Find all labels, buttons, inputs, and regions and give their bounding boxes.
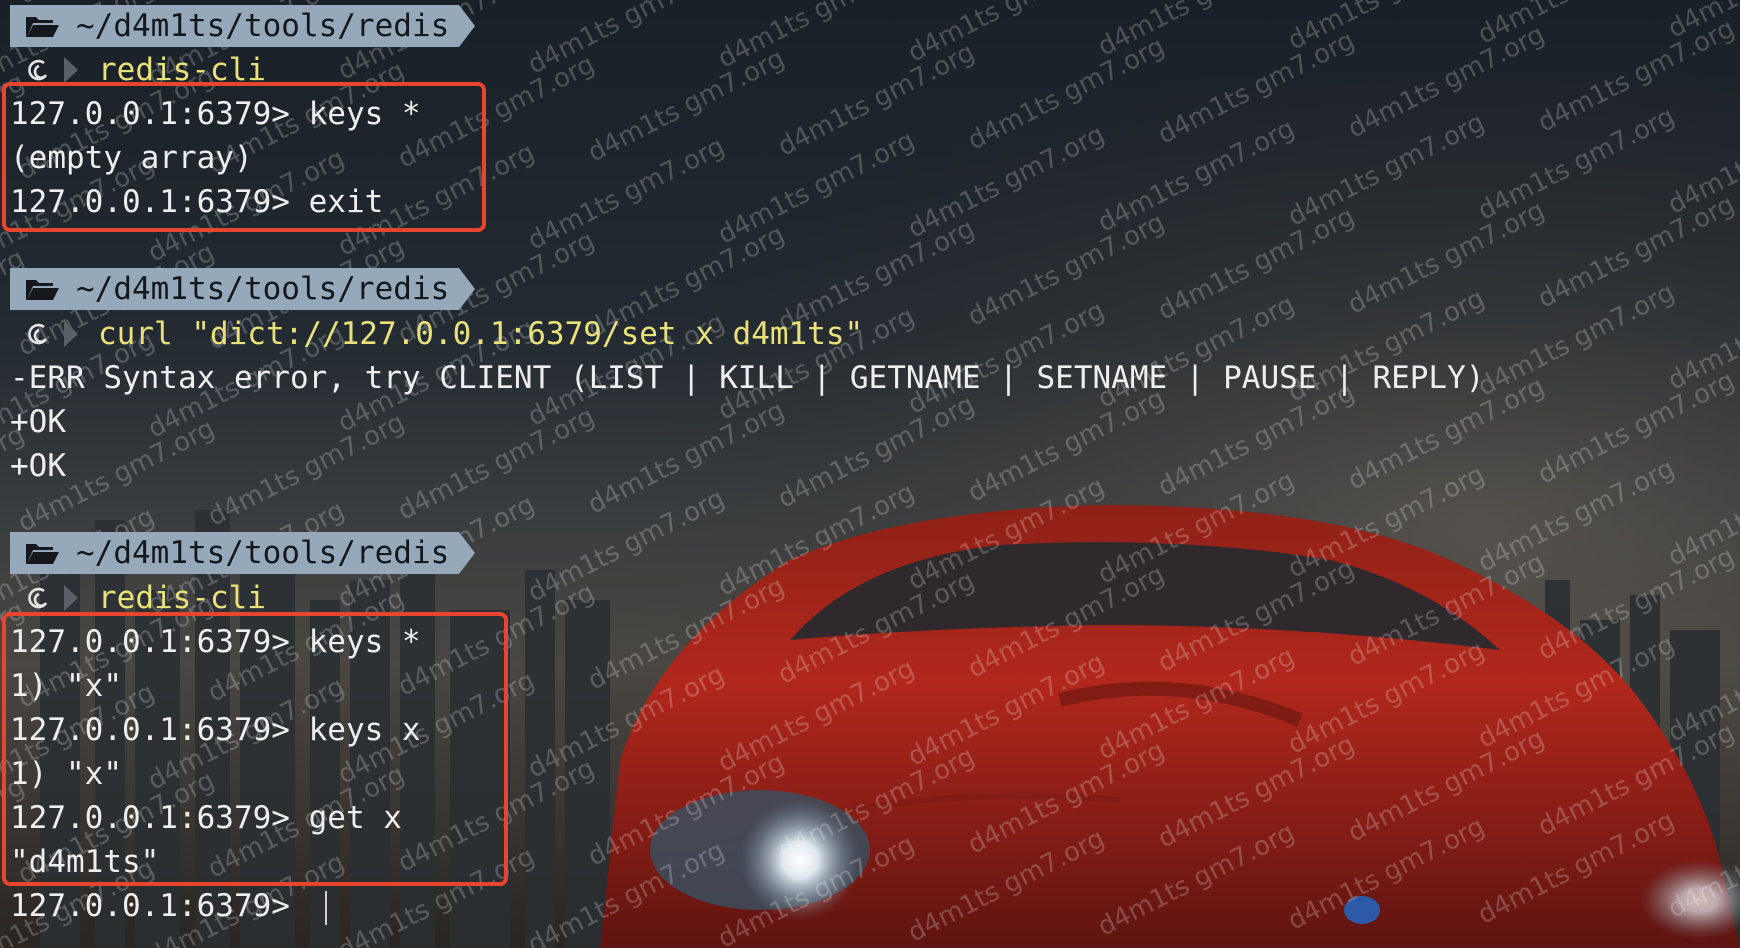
folder-open-icon [26, 17, 59, 37]
powerline-chevron-icon [64, 321, 78, 347]
prompt-line: curl "dict://127.0.0.1:6379/set x d4m1ts… [24, 312, 863, 356]
folder-open-icon [26, 280, 59, 300]
command-text: redis-cli [98, 580, 266, 616]
terminal-output[interactable]: ~/d4m1ts/tools/redis redis-cli 127.0.0.1… [0, 0, 1740, 948]
prompt-path-text: ~/d4m1ts/tools/redis [76, 271, 450, 307]
powerline-chevron-icon [459, 5, 476, 47]
output-line: -ERR Syntax error, try CLIENT (LIST | KI… [10, 360, 1485, 396]
output-line: +OK [10, 404, 66, 440]
active-prompt-text: 127.0.0.1:6379> [10, 888, 309, 924]
prompt-path-text: ~/d4m1ts/tools/redis [76, 8, 450, 44]
prompt-path-segment: ~/d4m1ts/tools/redis [10, 268, 476, 310]
output-line: +OK [10, 448, 66, 484]
prompt-path-segment: ~/d4m1ts/tools/redis [10, 532, 476, 574]
debian-swirl-icon [28, 59, 48, 81]
terminal-window: d4m1ts gm7.orgd4m1ts gm7.orgd4m1ts gm7.o… [0, 0, 1740, 948]
command-text: curl "dict://127.0.0.1:6379/set x d4m1ts… [98, 316, 864, 352]
powerline-chevron-icon [459, 532, 476, 574]
powerline-chevron-icon [64, 585, 78, 611]
highlight-box [2, 612, 508, 886]
folder-open-icon [26, 544, 59, 564]
highlight-box [2, 82, 486, 232]
debian-swirl-icon [28, 587, 48, 609]
text-cursor [324, 890, 327, 925]
powerline-chevron-icon [64, 57, 78, 83]
debian-swirl-icon [28, 323, 48, 345]
powerline-chevron-icon [459, 268, 476, 310]
prompt-path-text: ~/d4m1ts/tools/redis [76, 535, 450, 571]
active-prompt-line[interactable]: 127.0.0.1:6379> [10, 884, 327, 928]
prompt-path-segment: ~/d4m1ts/tools/redis [10, 5, 476, 47]
